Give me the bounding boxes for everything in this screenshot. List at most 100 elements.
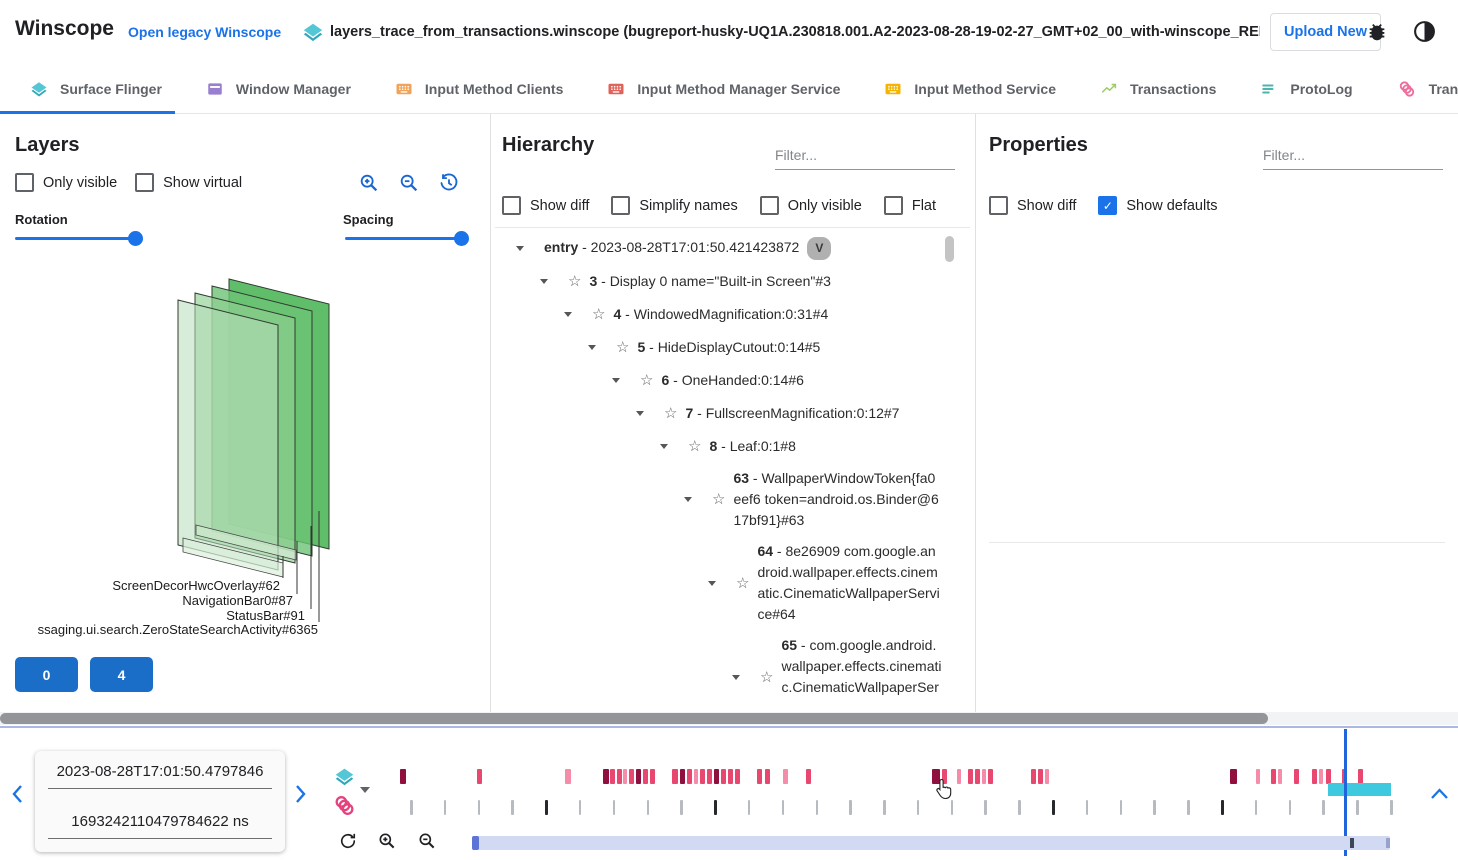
bug-icon[interactable] xyxy=(1366,21,1388,43)
collapse-timeline-icon[interactable] xyxy=(1430,786,1449,801)
tree-node[interactable]: ☆63 - WallpaperWindowToken{fa0eef6 token… xyxy=(490,463,942,536)
transition-event-mark[interactable] xyxy=(1271,769,1276,784)
transition-event-mark[interactable] xyxy=(700,769,705,784)
transition-event-mark[interactable] xyxy=(1312,769,1317,784)
expand-arrow-icon[interactable] xyxy=(516,246,524,251)
transition-event-mark[interactable] xyxy=(1230,769,1237,784)
transition-event-mark[interactable] xyxy=(1045,769,1049,784)
transition-event-mark[interactable] xyxy=(757,769,762,784)
layer-id-button-0[interactable]: 0 xyxy=(15,657,78,692)
pin-star-icon[interactable]: ☆ xyxy=(688,439,701,454)
checkbox-only-visible[interactable]: Only visible xyxy=(15,173,117,192)
properties-filter-input[interactable] xyxy=(1263,145,1443,170)
tree-node[interactable]: ☆7 - FullscreenMagnification:0:12#7 xyxy=(490,397,942,430)
contrast-icon[interactable] xyxy=(1412,19,1437,44)
rotation-slider-thumb[interactable] xyxy=(128,231,143,246)
transition-event-mark[interactable] xyxy=(565,769,571,784)
expand-arrow-icon[interactable] xyxy=(636,411,644,416)
transition-event-mark[interactable] xyxy=(728,769,733,784)
spacing-slider-thumb[interactable] xyxy=(454,231,469,246)
expand-arrow-icon[interactable] xyxy=(732,675,740,680)
checkbox-simplify-names[interactable]: Simplify names xyxy=(611,196,737,215)
zoom-range-handle[interactable] xyxy=(472,836,479,850)
hierarchy-scrollbar[interactable] xyxy=(945,236,954,262)
hierarchy-filter-input[interactable] xyxy=(775,145,955,170)
tab-transitions[interactable]: Transitions xyxy=(1397,79,1458,99)
restore-view-icon[interactable] xyxy=(438,172,460,194)
tree-node[interactable]: ☆6 - OneHanded:0:14#6 xyxy=(490,364,942,397)
tree-node[interactable]: ☆64 - 8e26909 com.google.android.wallpap… xyxy=(490,536,942,630)
transition-event-mark[interactable] xyxy=(400,769,406,784)
pin-star-icon[interactable]: ☆ xyxy=(712,492,725,507)
pin-star-icon[interactable]: ☆ xyxy=(640,373,653,388)
expand-arrow-icon[interactable] xyxy=(540,279,548,284)
transition-event-mark[interactable] xyxy=(1278,769,1282,784)
chevron-down-icon[interactable] xyxy=(360,787,370,793)
pin-star-icon[interactable]: ☆ xyxy=(664,406,677,421)
transition-event-mark[interactable] xyxy=(1256,769,1260,784)
pin-star-icon[interactable]: ☆ xyxy=(736,576,749,591)
transition-event-mark[interactable] xyxy=(968,769,973,784)
transition-event-mark[interactable] xyxy=(721,769,726,784)
tab-input-method-manager-service[interactable]: Input Method Manager Service xyxy=(607,80,840,98)
checkbox-show-defaults[interactable]: ✓ Show defaults xyxy=(1098,196,1217,215)
checkbox-show-diff[interactable]: Show diff xyxy=(989,196,1076,215)
tree-node[interactable]: ☆65 - com.google.android.wallpaper.effec… xyxy=(490,630,942,700)
checkbox-show-diff[interactable]: Show diff xyxy=(502,196,589,215)
transition-event-mark[interactable] xyxy=(617,769,622,784)
transition-event-mark[interactable] xyxy=(672,769,678,784)
transition-event-mark[interactable] xyxy=(707,769,712,784)
pin-star-icon[interactable]: ☆ xyxy=(568,274,581,289)
tab-window-manager[interactable]: Window Manager xyxy=(206,80,351,98)
pin-star-icon[interactable]: ☆ xyxy=(616,340,629,355)
tree-node[interactable]: ☆8 - Leaf:0:1#8 xyxy=(490,430,942,463)
transition-event-mark[interactable] xyxy=(650,769,655,784)
tab-transactions[interactable]: Transactions xyxy=(1100,80,1216,98)
tab-input-method-service[interactable]: Input Method Service xyxy=(884,80,1056,98)
transition-event-mark[interactable] xyxy=(477,769,482,784)
tree-node[interactable]: ☆5 - HideDisplayCutout:0:14#5 xyxy=(490,331,942,364)
tab-surface-flinger[interactable]: Surface Flinger xyxy=(30,80,162,98)
selected-transition-bar[interactable] xyxy=(1328,783,1391,796)
transition-event-mark[interactable] xyxy=(623,769,627,784)
transition-event-mark[interactable] xyxy=(629,769,634,784)
transition-event-mark[interactable] xyxy=(643,769,648,784)
open-legacy-link[interactable]: Open legacy Winscope xyxy=(128,24,281,40)
transition-event-mark[interactable] xyxy=(1294,769,1299,784)
transition-event-mark[interactable] xyxy=(783,769,788,784)
tree-node[interactable]: ☆4 - WindowedMagnification:0:31#4 xyxy=(490,298,942,331)
transition-event-mark[interactable] xyxy=(1326,769,1331,784)
transition-event-mark[interactable] xyxy=(680,769,685,784)
transition-event-mark[interactable] xyxy=(610,769,615,784)
zoom-out-icon[interactable] xyxy=(417,831,437,851)
zoom-range-bar[interactable] xyxy=(472,836,1390,850)
pin-star-icon[interactable]: ☆ xyxy=(592,307,605,322)
expand-arrow-icon[interactable] xyxy=(612,378,620,383)
expand-arrow-icon[interactable] xyxy=(564,312,572,317)
refresh-icon[interactable] xyxy=(338,831,358,851)
expand-arrow-icon[interactable] xyxy=(660,444,668,449)
checkbox-flat[interactable]: Flat xyxy=(884,196,936,215)
tree-node[interactable]: ☆3 - Display 0 name="Built-in Screen"#3 xyxy=(490,265,942,298)
transition-event-mark[interactable] xyxy=(694,769,698,784)
transition-event-mark[interactable] xyxy=(735,769,740,784)
tree-node[interactable]: entry - 2023-08-28T17:01:50.421423872V xyxy=(490,232,942,265)
transition-event-mark[interactable] xyxy=(806,769,811,784)
main-hscrollbar-thumb[interactable] xyxy=(0,713,1268,724)
pin-star-icon[interactable]: ☆ xyxy=(760,670,773,685)
spacing-slider[interactable] xyxy=(345,237,465,240)
expand-arrow-icon[interactable] xyxy=(588,345,596,350)
transition-event-mark[interactable] xyxy=(1358,769,1363,784)
zoom-out-icon[interactable] xyxy=(398,172,420,194)
checkbox-show-virtual[interactable]: Show virtual xyxy=(135,173,242,192)
transition-event-mark[interactable] xyxy=(957,769,961,784)
tab-input-method-clients[interactable]: Input Method Clients xyxy=(395,80,563,98)
transition-event-mark[interactable] xyxy=(603,769,609,784)
transition-event-mark[interactable] xyxy=(988,769,993,784)
transition-event-mark[interactable] xyxy=(982,769,986,784)
zoom-in-icon[interactable] xyxy=(377,831,397,851)
transition-event-mark[interactable] xyxy=(1031,769,1036,784)
rotation-slider[interactable] xyxy=(15,237,139,240)
layer-id-button-4[interactable]: 4 xyxy=(90,657,153,692)
transition-event-mark[interactable] xyxy=(636,769,641,784)
